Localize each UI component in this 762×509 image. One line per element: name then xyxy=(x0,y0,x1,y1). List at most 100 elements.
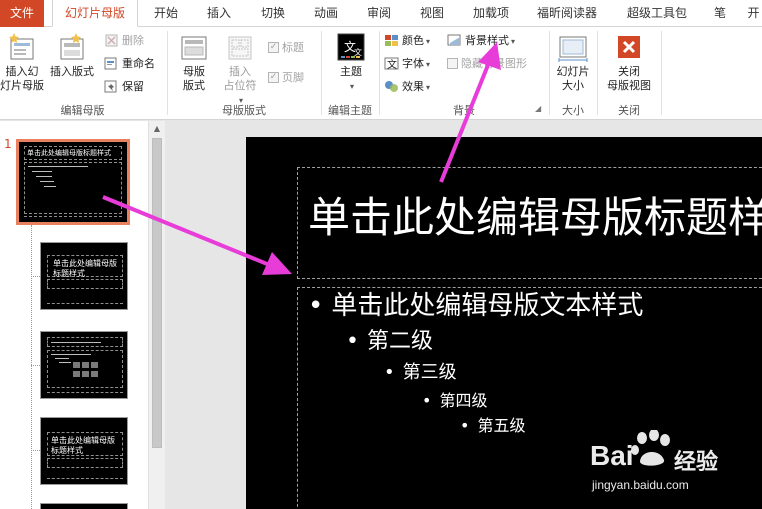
tab-developer[interactable]: 开 xyxy=(745,0,762,27)
ribbon: 插入幻 灯片母版 插入版式 删除 重命名 保留 编辑母版 母版 版式 插入 占位… xyxy=(0,27,762,120)
thumb-text-line xyxy=(44,186,56,187)
ribbon-tab-bar: 文件 幻灯片母版 开始 插入 切换 动画 审阅 视图 加载项 福昕阅读器 超级工… xyxy=(0,0,762,27)
group-label-master-layout: 母版版式 xyxy=(222,104,266,117)
tab-file[interactable]: 文件 xyxy=(0,0,44,27)
thumb-text-line xyxy=(32,171,52,172)
effects-icon xyxy=(385,80,398,92)
baidu-jingyan-watermark: Bai 经验 jingyan.baidu.com xyxy=(590,430,760,505)
close-icon xyxy=(618,36,640,58)
layout-tree-line xyxy=(31,225,32,509)
thumb-text-line xyxy=(28,166,88,167)
slide-number: 1 xyxy=(4,137,12,151)
thumb-title-text: 单击此处编辑母版标题样式 xyxy=(53,259,117,278)
title-checkbox[interactable]: ✓ 标题 xyxy=(268,39,304,57)
thumb-content-icons xyxy=(73,362,98,377)
layout-thumbnail-content[interactable] xyxy=(40,331,128,399)
thumb-subtitle-placeholder xyxy=(47,458,123,468)
thumb-subtitle-placeholder xyxy=(47,279,123,289)
text-level-3: • 第三级 xyxy=(384,360,457,386)
title-placeholder[interactable]: 单击此处编辑母版标题样式 xyxy=(297,167,762,279)
theme-icon: 文 文 xyxy=(337,33,365,61)
thumb-text-line xyxy=(40,181,54,182)
watermark-brand: Bai xyxy=(590,440,634,471)
tab-addins[interactable]: 加载项 xyxy=(465,0,517,27)
rename-icon xyxy=(104,57,117,69)
insert-layout-icon xyxy=(60,33,84,60)
insert-slide-master-button[interactable]: 插入幻 灯片母版 xyxy=(0,31,44,93)
dialog-launcher-icon[interactable]: ◢ xyxy=(535,100,541,118)
checkbox-checked-icon: ✓ xyxy=(268,71,279,83)
tab-transitions[interactable]: 切换 xyxy=(253,0,293,27)
delete-button[interactable]: 删除 xyxy=(104,32,144,50)
tab-slide-master[interactable]: 幻灯片母版 xyxy=(52,0,138,27)
theme-button[interactable]: 文 文 主题 ▾ xyxy=(330,31,372,94)
layout-tree-tick xyxy=(31,365,40,366)
slide-size-button[interactable]: 幻灯片 大小 xyxy=(553,31,593,93)
preserve-button[interactable]: 保留 xyxy=(104,78,144,96)
bullet-icon: • xyxy=(460,416,470,435)
master-layout-button[interactable]: 母版 版式 xyxy=(172,31,216,93)
layout-thumbnail-section-header[interactable]: 单击此处编辑母版标题样式 xyxy=(40,417,128,485)
hide-background-graphics-checkbox[interactable]: 隐藏背景图形 xyxy=(447,55,527,73)
slide-size-icon xyxy=(558,36,588,62)
effects-button[interactable]: 效果 ▾ xyxy=(384,78,430,96)
thumbnail-scrollbar[interactable]: ▲ xyxy=(148,121,165,509)
thumb-title-text: 单击此处编辑母版标题样式 xyxy=(51,436,115,455)
thumb-text-line xyxy=(36,176,52,177)
tab-animations[interactable]: 动画 xyxy=(306,0,346,27)
text-level-1: • 单击此处编辑母版文本样式 xyxy=(308,288,643,324)
tab-super-toolkit[interactable]: 超级工具包 xyxy=(618,0,696,27)
layout-thumbnail-partial[interactable] xyxy=(40,503,128,509)
baidu-paw-icon xyxy=(631,430,670,466)
close-master-view-label: 关闭 母版视图 xyxy=(607,65,651,92)
colors-button[interactable]: 颜色 ▾ xyxy=(384,32,430,50)
tab-foxit-reader[interactable]: 福昕阅读器 xyxy=(528,0,606,27)
scrollbar-thumb[interactable] xyxy=(152,138,162,448)
background-styles-button[interactable]: 背景样式 ▾ xyxy=(447,32,515,50)
group-label-close: 关闭 xyxy=(618,104,640,117)
fonts-button[interactable]: 文字体 ▾ xyxy=(384,55,430,73)
bullet-icon: • xyxy=(384,362,395,383)
thumb-body-placeholder xyxy=(24,162,122,214)
layout-thumbnail-title[interactable]: 单击此处编辑母版标题样式 xyxy=(40,242,128,310)
text-level-4: • 第四级 xyxy=(422,389,487,413)
theme-label: 主题 xyxy=(340,65,362,78)
insert-placeholder-icon xyxy=(228,36,252,60)
tab-view[interactable]: 视图 xyxy=(412,0,452,27)
layout-tree-tick xyxy=(31,276,40,277)
tab-pen[interactable]: 笔 xyxy=(708,0,732,27)
rename-button[interactable]: 重命名 xyxy=(104,55,155,73)
master-layout-label: 母版 版式 xyxy=(183,65,205,92)
insert-layout-button[interactable]: 插入版式 xyxy=(46,31,98,79)
group-label-size: 大小 xyxy=(562,104,584,117)
bullet-icon: • xyxy=(308,291,324,321)
slide-size-label: 幻灯片 大小 xyxy=(556,65,590,92)
layout-tree-tick xyxy=(31,450,40,451)
title-placeholder-text: 单击此处编辑母版标题样式 xyxy=(308,193,762,242)
thumb-text-line xyxy=(59,362,71,363)
close-master-view-button[interactable]: 关闭 母版视图 xyxy=(600,31,658,93)
watermark-brand-suffix: 经验 xyxy=(674,450,719,475)
pin-icon xyxy=(104,80,117,92)
colors-icon xyxy=(385,34,398,46)
thumb-footer-placeholder xyxy=(47,392,123,396)
thumb-text-line xyxy=(51,342,101,343)
insert-placeholder-label: 插入 占位符 xyxy=(223,65,257,92)
text-level-2: • 第二级 xyxy=(346,326,433,358)
insert-placeholder-button[interactable]: 插入 占位符 ▾ xyxy=(216,31,264,108)
delete-icon xyxy=(105,34,118,46)
tab-review[interactable]: 审阅 xyxy=(359,0,399,27)
tab-insert[interactable]: 插入 xyxy=(199,0,239,27)
thumb-text-line xyxy=(51,354,91,355)
scroll-up-icon[interactable]: ▲ xyxy=(149,121,165,137)
insert-layout-label: 插入版式 xyxy=(50,65,94,78)
master-layout-icon xyxy=(181,36,207,60)
tab-home[interactable]: 开始 xyxy=(146,0,186,27)
master-slide-thumbnail[interactable]: 单击此处编辑母版标题样式 xyxy=(16,139,130,225)
checkbox-checked-icon: ✓ xyxy=(268,41,279,53)
thumb-text-line xyxy=(55,358,69,359)
insert-slide-master-icon xyxy=(9,33,34,60)
bullet-icon: • xyxy=(346,329,359,354)
footer-checkbox[interactable]: ✓ 页脚 xyxy=(268,69,304,87)
thumb-footer-placeholder xyxy=(47,478,123,482)
